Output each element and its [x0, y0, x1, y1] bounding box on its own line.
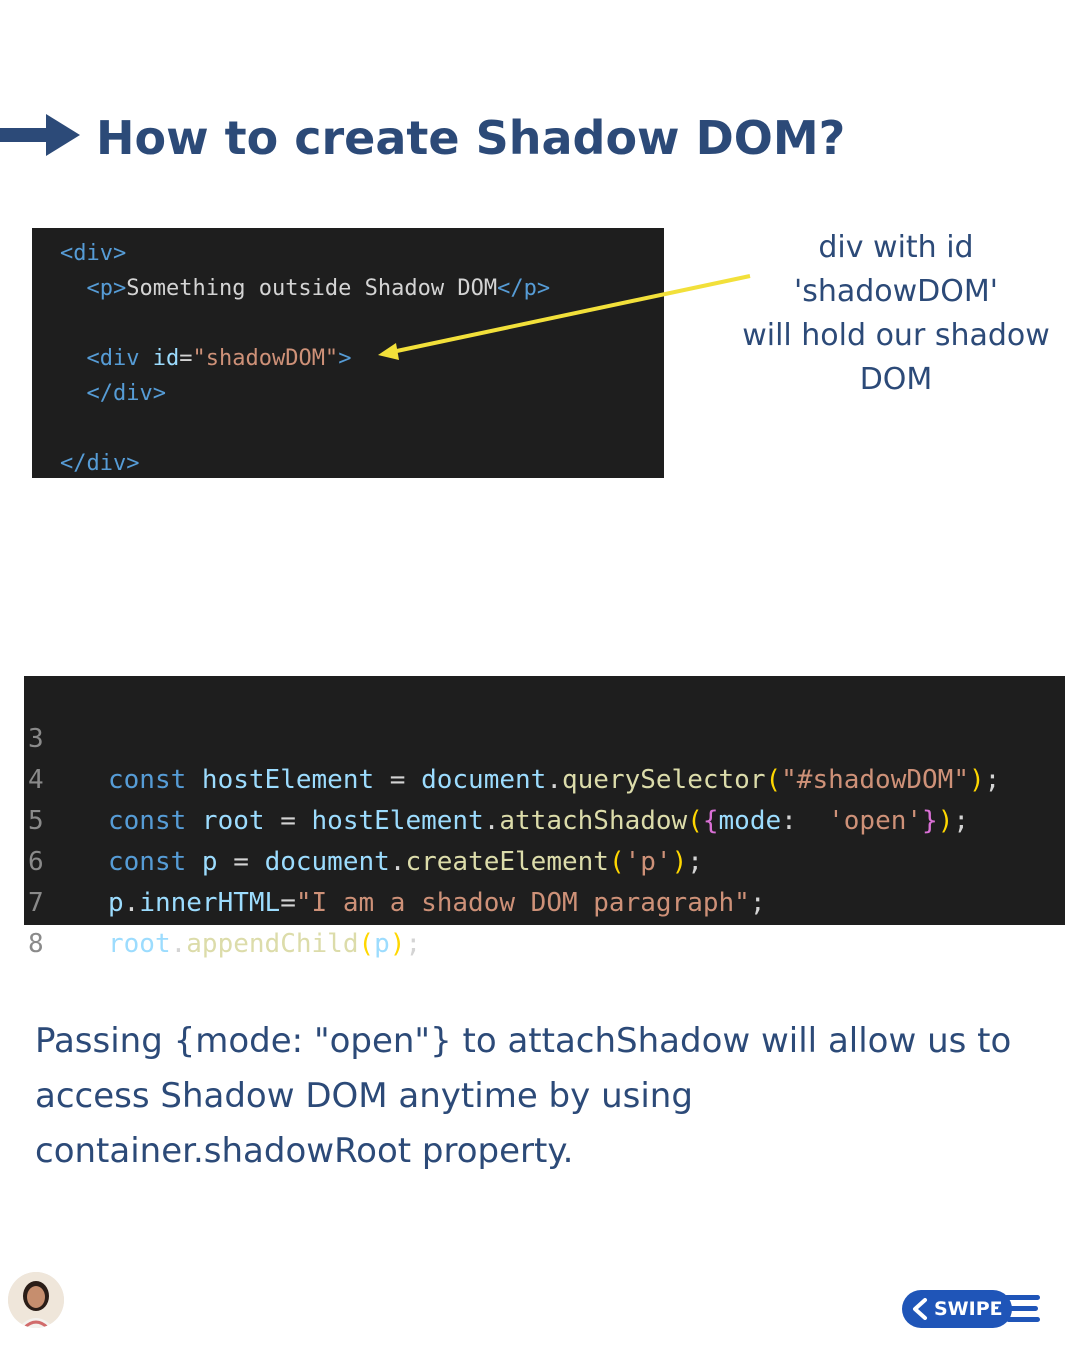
code-token: Something outside Shadow DOM: [126, 276, 498, 301]
code-line: 5 const p = document.createElement('p');: [24, 760, 1065, 877]
html-code-block: <div> <p>Something outside Shadow DOM</p…: [32, 228, 664, 478]
code-line: <div>: [60, 236, 664, 271]
annotation-line: DOM: [859, 362, 933, 397]
code-line: </div>: [60, 446, 664, 481]
js-code-block: 3 const hostElement = document.querySele…: [24, 676, 1065, 959]
author-avatar-icon: [8, 1272, 64, 1328]
code-token: ;: [405, 929, 422, 959]
description-text: Passing {mode: "open"} to attachShadow w…: [35, 1021, 1012, 1171]
chevron-left-icon: [913, 1298, 927, 1320]
code-token: p: [374, 929, 390, 959]
line-number: 8: [28, 929, 44, 959]
code-token: </div>: [60, 451, 140, 476]
code-token: ): [389, 929, 406, 959]
annotation-note: div with id 'shadowDOM' will hold our sh…: [730, 226, 1062, 402]
annotation-line: 'shadowDOM': [793, 274, 999, 309]
code-token: <div>: [60, 241, 127, 266]
code-token: "shadowDOM": [192, 346, 339, 371]
swipe-label: SWIPE: [934, 1298, 1003, 1320]
right-arrow-icon: [0, 114, 80, 156]
code-line: <p>Something outside Shadow DOM</p>: [60, 271, 664, 306]
annotation-line: div with id: [818, 230, 974, 265]
swipe-button[interactable]: SWIPE: [902, 1290, 1042, 1330]
code-line: <div id="shadowDOM">: [60, 341, 664, 376]
code-line: 3 const hostElement = document.querySele…: [24, 678, 1065, 795]
code-token: root: [108, 929, 171, 959]
code-line: 6 p.innerHTML="I am a shadow DOM paragra…: [24, 801, 1065, 918]
page-title: How to create Shadow DOM?: [96, 111, 846, 165]
code-line: 8: [24, 883, 1065, 959]
code-token: </div>: [86, 381, 166, 406]
code-token: =: [179, 346, 193, 371]
code-token: (: [358, 929, 375, 959]
avatar-illustration: [8, 1272, 64, 1328]
code-token: <p>: [86, 276, 127, 301]
code-line: 7 root.appendChild(p);: [24, 842, 1065, 959]
code-line: 4 const root = hostElement.attachShadow(…: [24, 719, 1065, 836]
code-token: >: [338, 346, 352, 371]
code-token: <div: [86, 346, 153, 371]
code-token: id: [152, 346, 180, 371]
code-line: </div>: [60, 376, 664, 411]
speed-lines-icon: [998, 1295, 1040, 1322]
code-token: </p>: [497, 276, 551, 301]
code-token: appendChild: [186, 929, 359, 959]
annotation-line: will hold our shadow: [742, 318, 1050, 353]
code-token: .: [170, 929, 187, 959]
